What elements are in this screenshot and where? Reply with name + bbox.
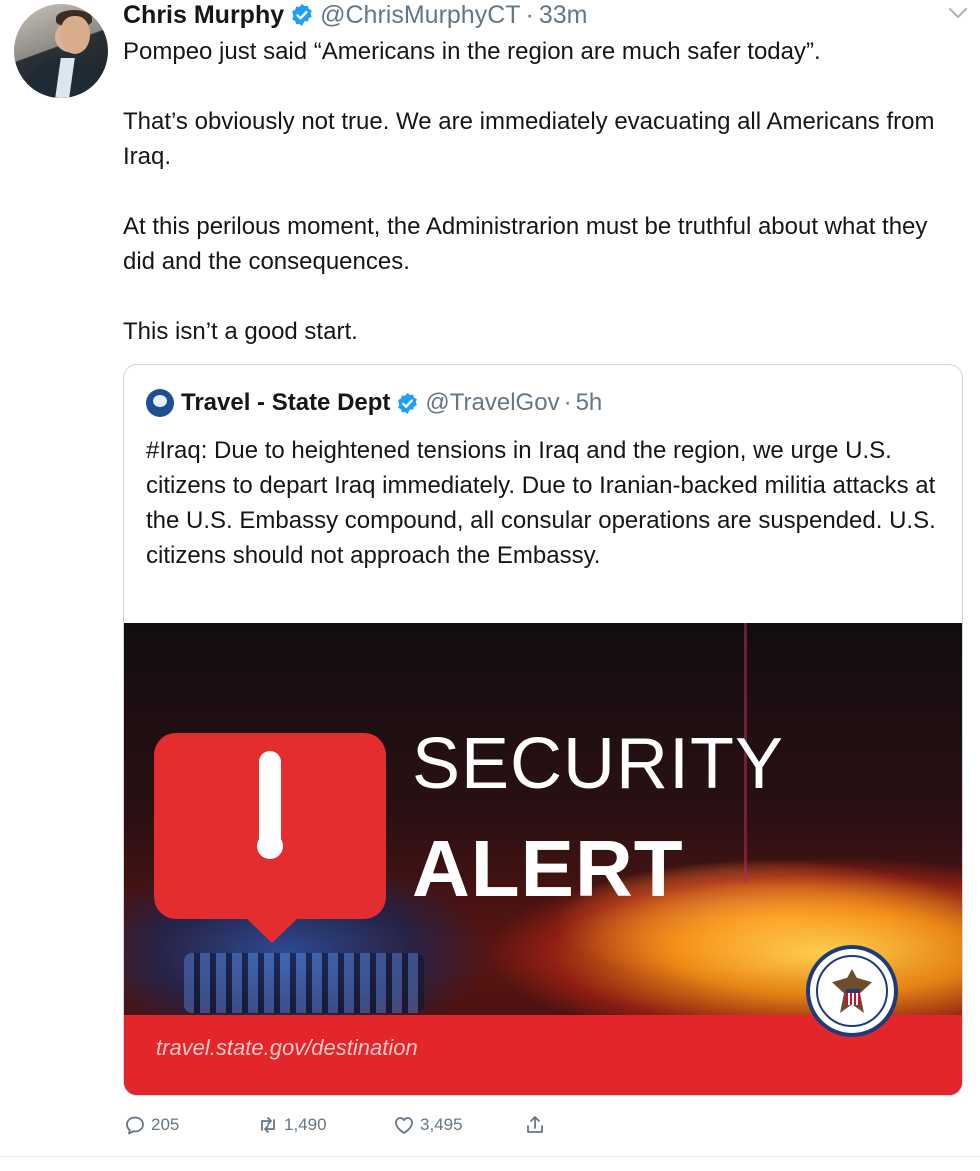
quoted-author-avatar[interactable] [146,389,174,417]
quoted-tweet-card[interactable]: Travel - State Dept @TravelGov · 5h #Ira… [123,364,963,1096]
verified-badge-icon [292,4,312,26]
like-icon [395,1117,413,1134]
image-title-security: SECURITY [412,724,785,804]
quoted-tweet-body: #Iraq: Due to heightened tensions in Ira… [146,437,936,569]
retweet-button[interactable]: 1,490 [256,1113,392,1137]
verified-badge-icon [398,392,418,414]
tweet-paragraph: This isn’t a good start. [123,318,358,345]
quoted-tweet-timestamp[interactable]: 5h [576,389,603,417]
quoted-author-handle[interactable]: @TravelGov [425,389,559,417]
security-alert-image[interactable]: SECURITY ALERT travel.state.gov/destinat… [124,623,962,1095]
retweet-icon [261,1117,275,1133]
separator-dot: · [525,0,534,29]
author-avatar[interactable] [14,4,108,98]
tweet-header: Chris Murphy @ChrisMurphyCT · 33m [123,0,588,30]
tweet-paragraph: Pompeo just said “Americans in the regio… [123,38,821,65]
like-button[interactable]: 3,495 [392,1113,523,1137]
tweet-paragraph: At this perilous moment, the Administrar… [123,213,928,275]
like-count: 3,495 [420,1115,463,1134]
divider [0,1156,980,1157]
author-handle[interactable]: @ChrisMurphyCT [320,1,520,30]
reply-icon [126,1116,144,1135]
separator-dot: · [563,389,572,416]
tweet-actions: 205 1,490 3,495 [123,1110,551,1140]
quoted-tweet-header: Travel - State Dept @TravelGov · 5h [146,389,602,417]
share-icon [527,1116,543,1133]
chevron-down-icon[interactable] [948,6,968,20]
tweet-body: Pompeo just said “Americans in the regio… [123,34,963,384]
image-title-alert: ALERT [412,824,684,913]
state-dept-seal-icon [806,945,898,1037]
retweet-count: 1,490 [284,1115,327,1134]
quoted-author-name[interactable]: Travel - State Dept [181,389,390,417]
share-button[interactable] [523,1113,551,1137]
reply-button[interactable]: 205 [123,1113,256,1137]
image-url-text: travel.state.gov/destination [156,1035,418,1060]
tweet-paragraph: That’s obviously not true. We are immedi… [123,108,935,170]
tweet-timestamp[interactable]: 33m [539,1,588,30]
author-name[interactable]: Chris Murphy [123,1,284,30]
reply-count: 205 [151,1115,180,1134]
